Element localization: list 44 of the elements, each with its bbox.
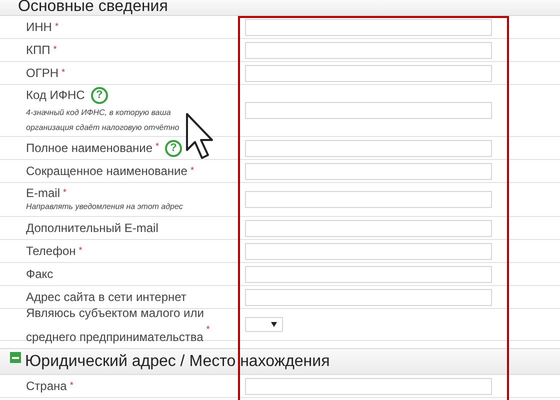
input-field[interactable]	[245, 140, 492, 156]
field-label: Телефон	[26, 244, 76, 258]
required-mark: *	[53, 44, 57, 54]
input-field[interactable]	[245, 162, 492, 180]
input-field[interactable]	[245, 64, 492, 82]
input-field[interactable]	[245, 242, 492, 260]
field-label: ИНН	[26, 20, 52, 34]
field-label: Факс	[26, 266, 54, 282]
hint-text: 4-значный код ИФНС, в которую ваша организация сдаёт налоговую отчётно	[26, 106, 180, 134]
required-mark: *	[206, 324, 210, 334]
field-label: Являюсь субъектом малого или среднего предпринимательства	[26, 306, 204, 344]
field-label: ОГРН	[26, 66, 59, 80]
input-field[interactable]	[245, 18, 492, 36]
input-field[interactable]	[245, 42, 492, 58]
field-label: Код ИФНС	[26, 88, 85, 102]
input-field[interactable]	[245, 191, 492, 208]
input-field[interactable]	[245, 102, 492, 119]
required-mark: *	[62, 68, 66, 76]
hint-text: Направлять уведомления на этот адрес	[26, 201, 184, 213]
required-mark: *	[63, 188, 67, 197]
required-mark: *	[190, 166, 194, 174]
field-label: Дополнительный E-mail	[26, 220, 158, 236]
select-field[interactable]	[245, 317, 283, 332]
required-mark: *	[156, 142, 160, 150]
required-mark: *	[78, 246, 82, 254]
help-icon[interactable]: ?	[165, 140, 182, 156]
section-title: Основные сведения	[18, 0, 168, 15]
required-mark: *	[70, 380, 74, 390]
field-label: Адрес сайта в сети интернет	[26, 290, 186, 304]
input-field[interactable]	[245, 288, 492, 306]
field-label: Сокращенное наименование	[26, 164, 188, 178]
help-icon[interactable]: ?	[90, 86, 108, 104]
field-label: E-mail	[26, 186, 60, 201]
cursor-icon	[185, 112, 215, 162]
field-label: КПП	[26, 42, 50, 58]
required-mark: *	[54, 22, 58, 30]
input-field[interactable]	[245, 378, 492, 394]
input-field[interactable]	[245, 266, 492, 282]
input-field[interactable]	[245, 220, 492, 236]
field-label: Страна	[26, 378, 67, 394]
caret-icon	[271, 322, 277, 327]
section-title: Юридический адрес / Место нахождения	[25, 354, 330, 370]
collapse-icon[interactable]	[10, 352, 21, 363]
field-label: Полное наименование	[26, 140, 152, 156]
